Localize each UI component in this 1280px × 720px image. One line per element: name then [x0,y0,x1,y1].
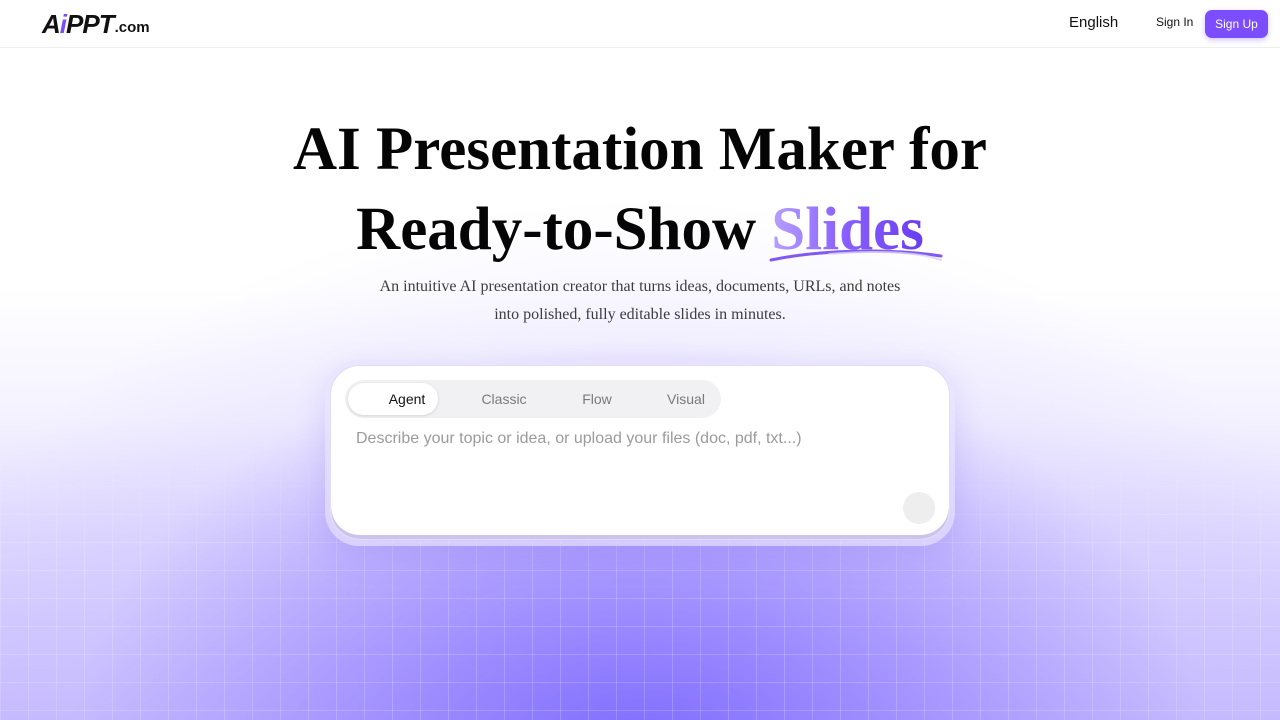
hero-title-line-1: AI Presentation Maker for [292,116,988,183]
tab-agent-label: Agent [388,391,426,407]
underline-swoosh-icon [769,249,943,262]
language-selector[interactable]: English [1069,14,1118,31]
hero-title-highlight: Slides [769,190,943,270]
hero-subtitle: An intuitive AI presentation creator tha… [0,273,1280,329]
top-navbar: A i PPT .com English Sign In Sign Up [0,0,1280,48]
send-button[interactable] [903,492,935,524]
site-logo[interactable]: A i PPT .com [42,10,150,38]
tab-classic[interactable]: Classic [459,383,549,415]
tab-agent[interactable]: Agent [348,383,438,415]
sign-in-link[interactable]: Sign In [1156,15,1193,29]
tab-flow[interactable]: Flow [552,383,642,415]
mode-tabs: Agent Classic Flow Visual [345,380,721,418]
logo-com: .com [114,19,150,36]
logo-ppt: PPT [66,9,115,39]
hero-title-line-2: Ready-to-Show Slides [0,190,1280,270]
hero-subtitle-line-1: An intuitive AI presentation creator tha… [379,278,901,295]
tab-visual[interactable]: Visual [641,383,731,415]
hero-title: AI Presentation Maker for Ready-to-Show … [0,110,1280,270]
logo-letter-a: A [42,9,61,39]
hero-subtitle-line-2: into polished, fully editable slides in … [494,306,786,323]
hero-title-prefix: Ready-to-Show [356,196,772,263]
topic-input[interactable] [356,430,916,482]
sign-up-button[interactable]: Sign Up [1205,10,1268,38]
